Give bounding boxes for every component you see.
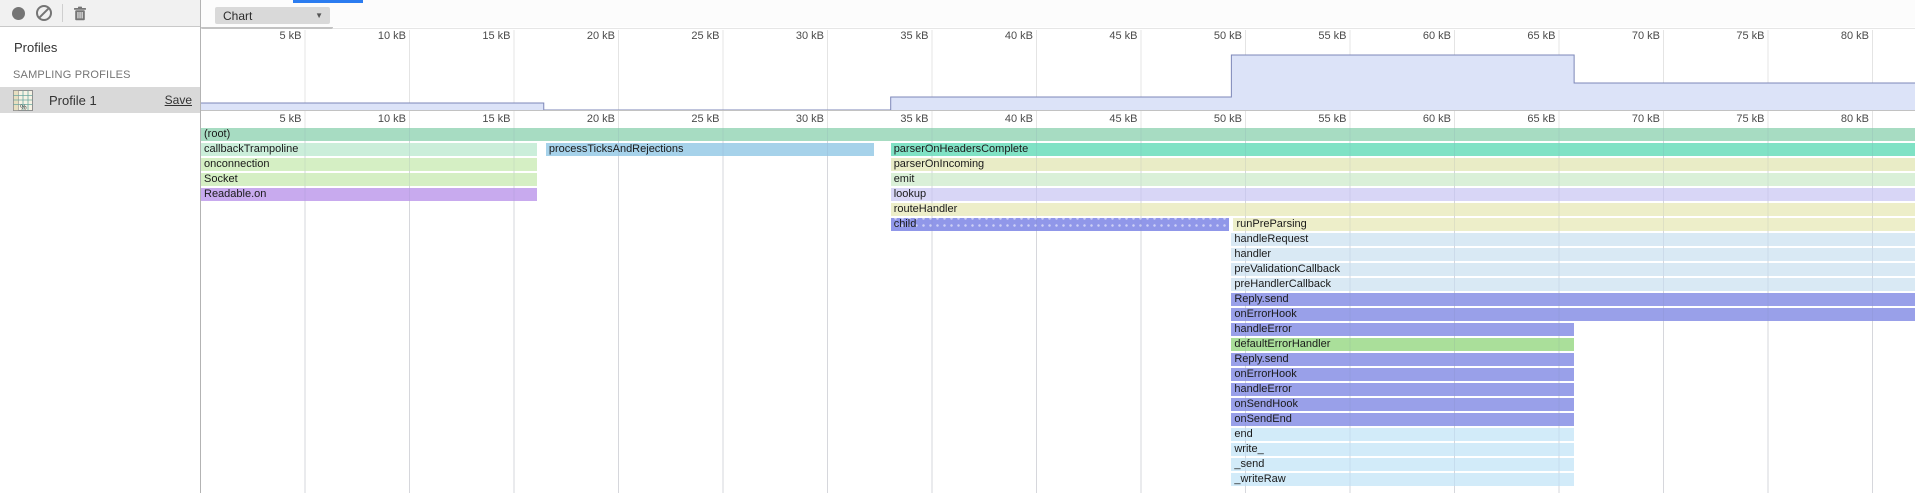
flame-bar-writeraw[interactable]: _writeRaw [1231,473,1574,486]
ruler-tick-label: 50 kB [1166,30,1242,42]
ruler-tick-label: 35 kB [853,30,929,42]
ruler-tick-label: 65 kB [1480,113,1556,125]
toolbar-left-section [0,0,200,27]
flame-bar-prevalidationcallback[interactable]: preValidationCallback [1231,263,1915,276]
ruler-tick-label: 5 kB [226,30,302,42]
ruler-tick-label: 35 kB [853,113,929,125]
flame-bar-emit[interactable]: emit [891,173,1915,186]
ruler-tick-label: 40 kB [957,30,1033,42]
overview-ruler: 5 kB 10 kB 15 kB 20 kB 25 kB 30 kB 35 kB 40 kB 4… [201,27,1915,45]
flame-bar-write[interactable]: write_ [1231,443,1574,456]
ruler-tick-label: 5 kB [226,113,302,125]
ruler-tick-label: 15 kB [435,30,511,42]
chevron-down-icon: ▼ [315,11,330,20]
sidebar-item-profile-1[interactable]: % Profile 1 Save [0,87,200,113]
ruler-tick-label: 60 kB [1375,113,1451,125]
sidebar-heading: Profiles [14,40,57,55]
record-icon [12,7,25,20]
ruler-tick-label: 70 kB [1584,113,1660,125]
ruler-tick-label: 30 kB [748,113,824,125]
flame-bar-reply-send[interactable]: Reply.send [1231,353,1574,366]
flame-bar-reply-send[interactable]: Reply.send [1231,293,1915,306]
svg-text:%: % [20,102,27,111]
flame-bar-socket[interactable]: Socket [201,173,537,186]
ruler-tick-label: 25 kB [644,30,720,42]
ruler-tick-label: 10 kB [330,30,406,42]
chart-pane: 5 kB 10 kB 15 kB 20 kB 25 kB 30 kB 35 kB 40 kB 4… [201,27,1915,493]
trash-icon [73,6,87,21]
clear-button[interactable] [36,5,52,21]
ruler-tick-label: 15 kB [435,113,511,125]
flame-bar-parseronincoming[interactable]: parserOnIncoming [891,158,1915,171]
flame-bar-onsendhook[interactable]: onSendHook [1231,398,1574,411]
ruler-tick-label: 45 kB [1062,113,1138,125]
heap-profiler-panel: Chart ▼ Profiles SAMPLING PROFILES % Pro… [0,0,1915,493]
flame-bar-routehandler[interactable]: routeHandler [891,203,1915,216]
flame-bar-runpreparsing[interactable]: runPreParsing [1233,218,1915,231]
ruler-tick-label: 25 kB [644,113,720,125]
profiles-sidebar: Profiles SAMPLING PROFILES % Profile 1 S… [0,27,200,493]
profile-name: Profile 1 [49,93,165,108]
clear-icon [36,5,52,21]
flame-chart-ruler: 5 kB 10 kB 15 kB 20 kB 25 kB 30 kB 35 kB 40 kB 4… [201,110,1915,128]
flame-bar-readable-on[interactable]: Readable.on [201,188,537,201]
flame-bar-onsendend[interactable]: onSendEnd [1231,413,1574,426]
ruler-tick-label: 20 kB [539,30,615,42]
ruler-tick-label: 30 kB [748,30,824,42]
overview-area-chart [201,45,1915,110]
flame-bar-child[interactable]: child [891,218,1230,231]
toolbar-divider [62,4,63,22]
ruler-tick-label: 40 kB [957,113,1033,125]
active-tab-indicator [293,0,363,3]
ruler-tick-label: 75 kB [1689,30,1765,42]
ruler-tick-label: 80 kB [1793,30,1869,42]
toolbar: Chart ▼ [0,0,1915,27]
flame-bar-handleerror[interactable]: handleError [1231,323,1574,336]
ruler-tick-label: 10 kB [330,113,406,125]
ruler-tick-label: 55 kB [1271,30,1347,42]
flame-bar-end[interactable]: end [1231,428,1574,441]
heap-profile-icon: % [13,90,33,111]
flame-bar-parseronheaderscomplete[interactable]: parserOnHeadersComplete [891,143,1915,156]
save-profile-link[interactable]: Save [165,93,192,107]
ruler-tick-label: 50 kB [1166,113,1242,125]
ruler-tick-label: 75 kB [1689,113,1765,125]
flame-bar-onconnection[interactable]: onconnection [201,158,537,171]
flame-bar-defaulterrorhandler[interactable]: defaultErrorHandler [1231,338,1574,351]
ruler-tick-label: 60 kB [1375,30,1451,42]
flame-bar-callbacktrampoline[interactable]: callbackTrampoline [201,143,537,156]
ruler-tick-label: 45 kB [1062,30,1138,42]
flame-chart: (root) callbackTrampoline processTicksAndR… [201,128,1915,493]
flame-bar-prehandlercallback[interactable]: preHandlerCallback [1231,278,1915,291]
flame-bar-onerrorhook[interactable]: onErrorHook [1231,368,1574,381]
flame-bar-send[interactable]: _send [1231,458,1574,471]
flame-bar-handler[interactable]: handler [1231,248,1915,261]
ruler-tick-label: 80 kB [1793,113,1869,125]
chart-view-select[interactable]: Chart ▼ [215,7,330,24]
ruler-tick-label: 65 kB [1480,30,1556,42]
ruler-tick-label: 55 kB [1271,113,1347,125]
delete-profile-button[interactable] [72,5,88,21]
sampling-profiles-heading: SAMPLING PROFILES [13,69,131,81]
ruler-tick-label: 20 kB [539,113,615,125]
flame-bar-processticksandrejections[interactable]: processTicksAndRejections [546,143,874,156]
record-button[interactable] [10,5,26,21]
flame-bar-handleerror[interactable]: handleError [1231,383,1574,396]
memory-overview[interactable] [201,45,1915,111]
flame-bar-onerrorhook[interactable]: onErrorHook [1231,308,1915,321]
chart-view-select-value: Chart [215,9,315,23]
flame-bar-lookup[interactable]: lookup [891,188,1915,201]
ruler-tick-label: 70 kB [1584,30,1660,42]
flame-bar-root[interactable]: (root) [201,128,1915,141]
flame-bar-handlerequest[interactable]: handleRequest [1231,233,1915,246]
